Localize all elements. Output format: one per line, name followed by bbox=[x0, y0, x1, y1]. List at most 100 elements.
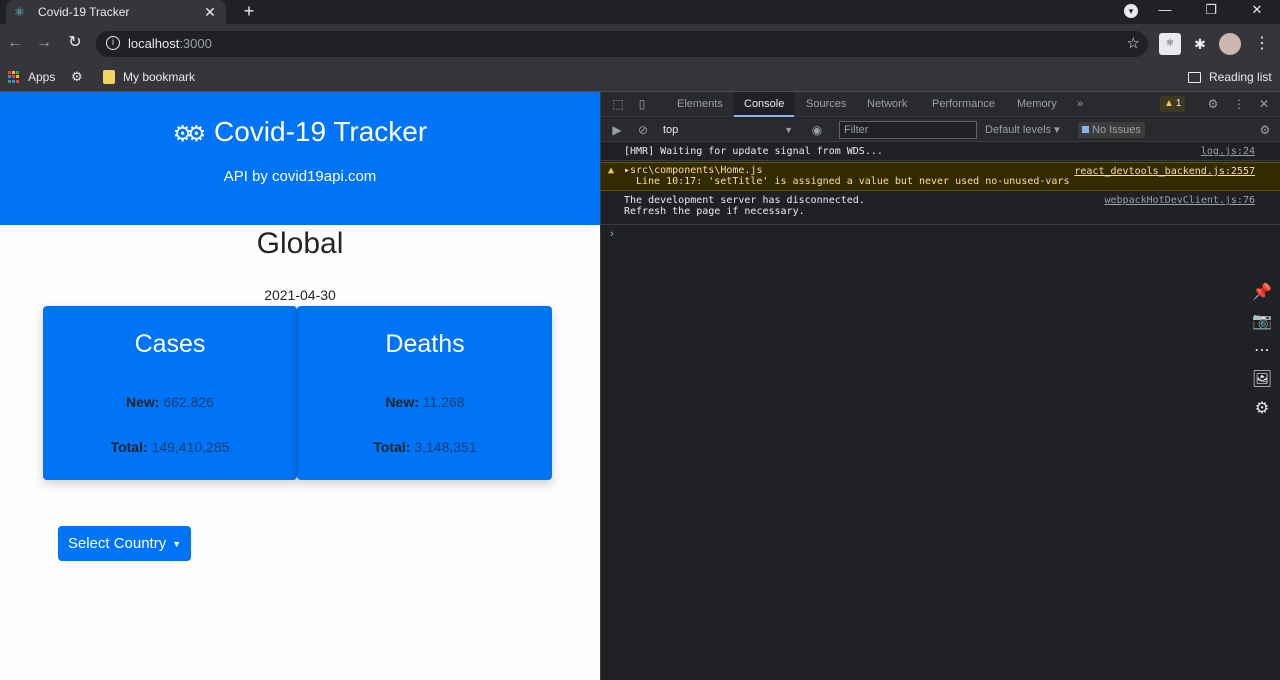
card-title: Deaths bbox=[385, 330, 465, 358]
pin-icon[interactable]: 📌 bbox=[1251, 282, 1273, 304]
console-message-line: Refresh the page if necessary. bbox=[624, 206, 805, 217]
address-bar[interactable]: i localhost:3000 ☆ bbox=[96, 31, 1148, 57]
inspect-element-icon[interactable]: ⬚ bbox=[610, 96, 626, 112]
extensions-puzzle-icon[interactable]: ✱ bbox=[1189, 33, 1211, 55]
bookmark-page-icon bbox=[103, 70, 115, 84]
forward-icon[interactable]: → bbox=[33, 32, 55, 54]
devtools-panel: ⬚ ▯ Elements Console Sources Network Per… bbox=[600, 92, 1280, 680]
issues-label: No Issues bbox=[1092, 124, 1141, 136]
close-window-icon[interactable]: ✕ bbox=[1234, 0, 1280, 24]
bookmark-my-bookmark[interactable]: My bookmark bbox=[103, 68, 195, 86]
app-page: ⚙⚙ Covid-19 Tracker API by covid19api.co… bbox=[0, 92, 600, 680]
more-tabs-icon[interactable]: » bbox=[1067, 92, 1093, 117]
console-toolbar: ▶ ⊘ top ▼ ◉ Filter Default levels ▾ No I… bbox=[601, 118, 1280, 142]
profile-menu-icon[interactable]: ▾ bbox=[1124, 4, 1138, 18]
app-title: ⚙⚙ Covid-19 Tracker bbox=[0, 116, 600, 148]
browser-menu-icon[interactable]: ⋮ bbox=[1251, 33, 1273, 55]
bookmark-apps-label: Apps bbox=[28, 70, 56, 84]
warning-count: 1 bbox=[1175, 98, 1182, 109]
total-cases: Total: 149,410,285 bbox=[43, 439, 297, 455]
bookmark-settings[interactable]: ⚙ bbox=[71, 68, 83, 86]
warning-detail: Line 10:17: 'setTitle' is assigned a val… bbox=[636, 176, 1070, 187]
source-link[interactable]: log.js:24 bbox=[1201, 146, 1255, 157]
tab-network[interactable]: Network bbox=[857, 92, 917, 117]
log-levels-dropdown[interactable]: Default levels ▾ bbox=[985, 122, 1060, 138]
cases-card: Cases New: 662,826 Total: 149,410,285 bbox=[43, 306, 297, 480]
browser-tab[interactable]: ⚛ Covid-19 Tracker ✕ bbox=[6, 0, 226, 24]
devtools-tabbar: ⬚ ▯ Elements Console Sources Network Per… bbox=[601, 92, 1280, 117]
devtools-menu-icon[interactable]: ⋮ bbox=[1231, 96, 1247, 112]
api-credit: API by covid19api.com bbox=[223, 168, 377, 185]
gears-icon: ⚙⚙ bbox=[172, 121, 207, 146]
card-title: Cases bbox=[134, 330, 206, 358]
source-link[interactable]: react_devtools_backend.js:2557 bbox=[1074, 166, 1255, 177]
context-selector[interactable]: top ▼ bbox=[663, 122, 793, 138]
gear-icon[interactable]: ⚙ bbox=[1251, 398, 1273, 420]
more-icon[interactable]: ⋯ bbox=[1251, 340, 1273, 362]
console-message: [HMR] Waiting for update signal from WDS… bbox=[601, 143, 1280, 161]
image-icon[interactable]: 🖼 bbox=[1251, 369, 1273, 391]
new-deaths: New: 11,268 bbox=[298, 394, 552, 410]
total-cases-value: 149,410,285 bbox=[151, 439, 230, 455]
warning-count-badge[interactable]: ▲ 1 bbox=[1160, 96, 1186, 112]
back-icon[interactable]: ← bbox=[4, 32, 26, 54]
bookmark-apps[interactable]: Apps bbox=[8, 68, 55, 86]
select-country-dropdown[interactable]: Select Country ▼ bbox=[58, 526, 191, 561]
reading-list-icon bbox=[1188, 71, 1201, 83]
total-label: Total: bbox=[110, 439, 148, 455]
tab-close-icon[interactable]: ✕ bbox=[202, 4, 218, 21]
total-deaths: Total: 3,148,351 bbox=[298, 439, 552, 455]
devtools-close-icon[interactable]: ✕ bbox=[1256, 96, 1272, 112]
tab-console[interactable]: Console bbox=[734, 92, 795, 117]
minimize-icon[interactable]: — bbox=[1142, 0, 1188, 24]
sidebar-toggle-icon[interactable]: ▶ bbox=[609, 122, 625, 138]
tab-performance[interactable]: Performance bbox=[922, 92, 1005, 117]
gear-icon: ⚙ bbox=[71, 69, 83, 84]
reading-list-button[interactable]: Reading list bbox=[1188, 68, 1272, 86]
site-info-icon[interactable]: i bbox=[106, 36, 120, 50]
url-host: localhost bbox=[128, 36, 180, 51]
console-filter-input[interactable]: Filter bbox=[839, 121, 977, 139]
react-devtools-extension-icon[interactable]: ⚛ bbox=[1159, 33, 1181, 55]
select-country-label: Select Country bbox=[67, 535, 167, 552]
camera-icon[interactable]: 📷 bbox=[1251, 311, 1273, 333]
console-settings-icon[interactable]: ⚙ bbox=[1257, 122, 1273, 138]
new-tab-button[interactable]: + bbox=[238, 1, 260, 23]
hero-banner: ⚙⚙ Covid-19 Tracker API by covid19api.co… bbox=[0, 92, 600, 225]
devtools-settings-icon[interactable]: ⚙ bbox=[1205, 96, 1221, 112]
bookmark-label: My bookmark bbox=[123, 70, 196, 84]
new-cases-value: 662,826 bbox=[163, 394, 214, 410]
app-title-text: Covid-19 Tracker bbox=[214, 116, 428, 147]
tab-title: Covid-19 Tracker bbox=[38, 5, 130, 19]
console-prompt-icon[interactable]: › bbox=[610, 228, 614, 240]
live-expression-eye-icon[interactable]: ◉ bbox=[809, 122, 825, 138]
console-message-text: [HMR] Waiting for update signal from WDS… bbox=[624, 146, 883, 157]
tab-elements[interactable]: Elements bbox=[667, 92, 733, 117]
warning-icon: ▲ bbox=[1164, 98, 1174, 109]
tab-sources[interactable]: Sources bbox=[796, 92, 856, 117]
reading-list-label: Reading list bbox=[1209, 70, 1272, 84]
profile-avatar[interactable] bbox=[1219, 33, 1241, 55]
new-label: New: bbox=[385, 394, 419, 410]
source-link[interactable]: webpackHotDevClient.js:76 bbox=[1104, 195, 1255, 206]
tab-memory[interactable]: Memory bbox=[1007, 92, 1067, 117]
reload-icon[interactable]: ↻ bbox=[64, 32, 86, 54]
section-title: Global bbox=[256, 227, 344, 260]
caret-down-icon: ▼ bbox=[172, 538, 182, 549]
new-cases: New: 662,826 bbox=[43, 394, 297, 410]
bookmark-star-icon[interactable]: ☆ bbox=[1127, 34, 1140, 52]
side-action-rail: 📌 📷 ⋯ 🖼 ⚙ bbox=[1251, 282, 1280, 427]
console-warning: ▲ ▸src\components\Home.js Line 10:17: 's… bbox=[601, 162, 1280, 191]
issues-icon bbox=[1082, 126, 1089, 133]
restore-icon[interactable]: ❐ bbox=[1188, 0, 1234, 24]
device-toolbar-icon[interactable]: ▯ bbox=[634, 96, 650, 112]
console-message: The development server has disconnected.… bbox=[601, 192, 1280, 225]
url-text[interactable]: localhost:3000 bbox=[128, 36, 212, 51]
issues-button[interactable]: No Issues bbox=[1078, 122, 1145, 138]
bookmarks-bar: Apps ⚙ My bookmark Reading list bbox=[0, 62, 1280, 92]
clear-console-icon[interactable]: ⊘ bbox=[635, 122, 651, 138]
tab-strip: ⚛ Covid-19 Tracker ✕ + ▾ — ❐ ✕ bbox=[0, 0, 1280, 24]
url-port: :3000 bbox=[179, 36, 212, 51]
total-deaths-value: 3,148,351 bbox=[414, 439, 477, 455]
report-date: 2021-04-30 bbox=[264, 287, 336, 303]
